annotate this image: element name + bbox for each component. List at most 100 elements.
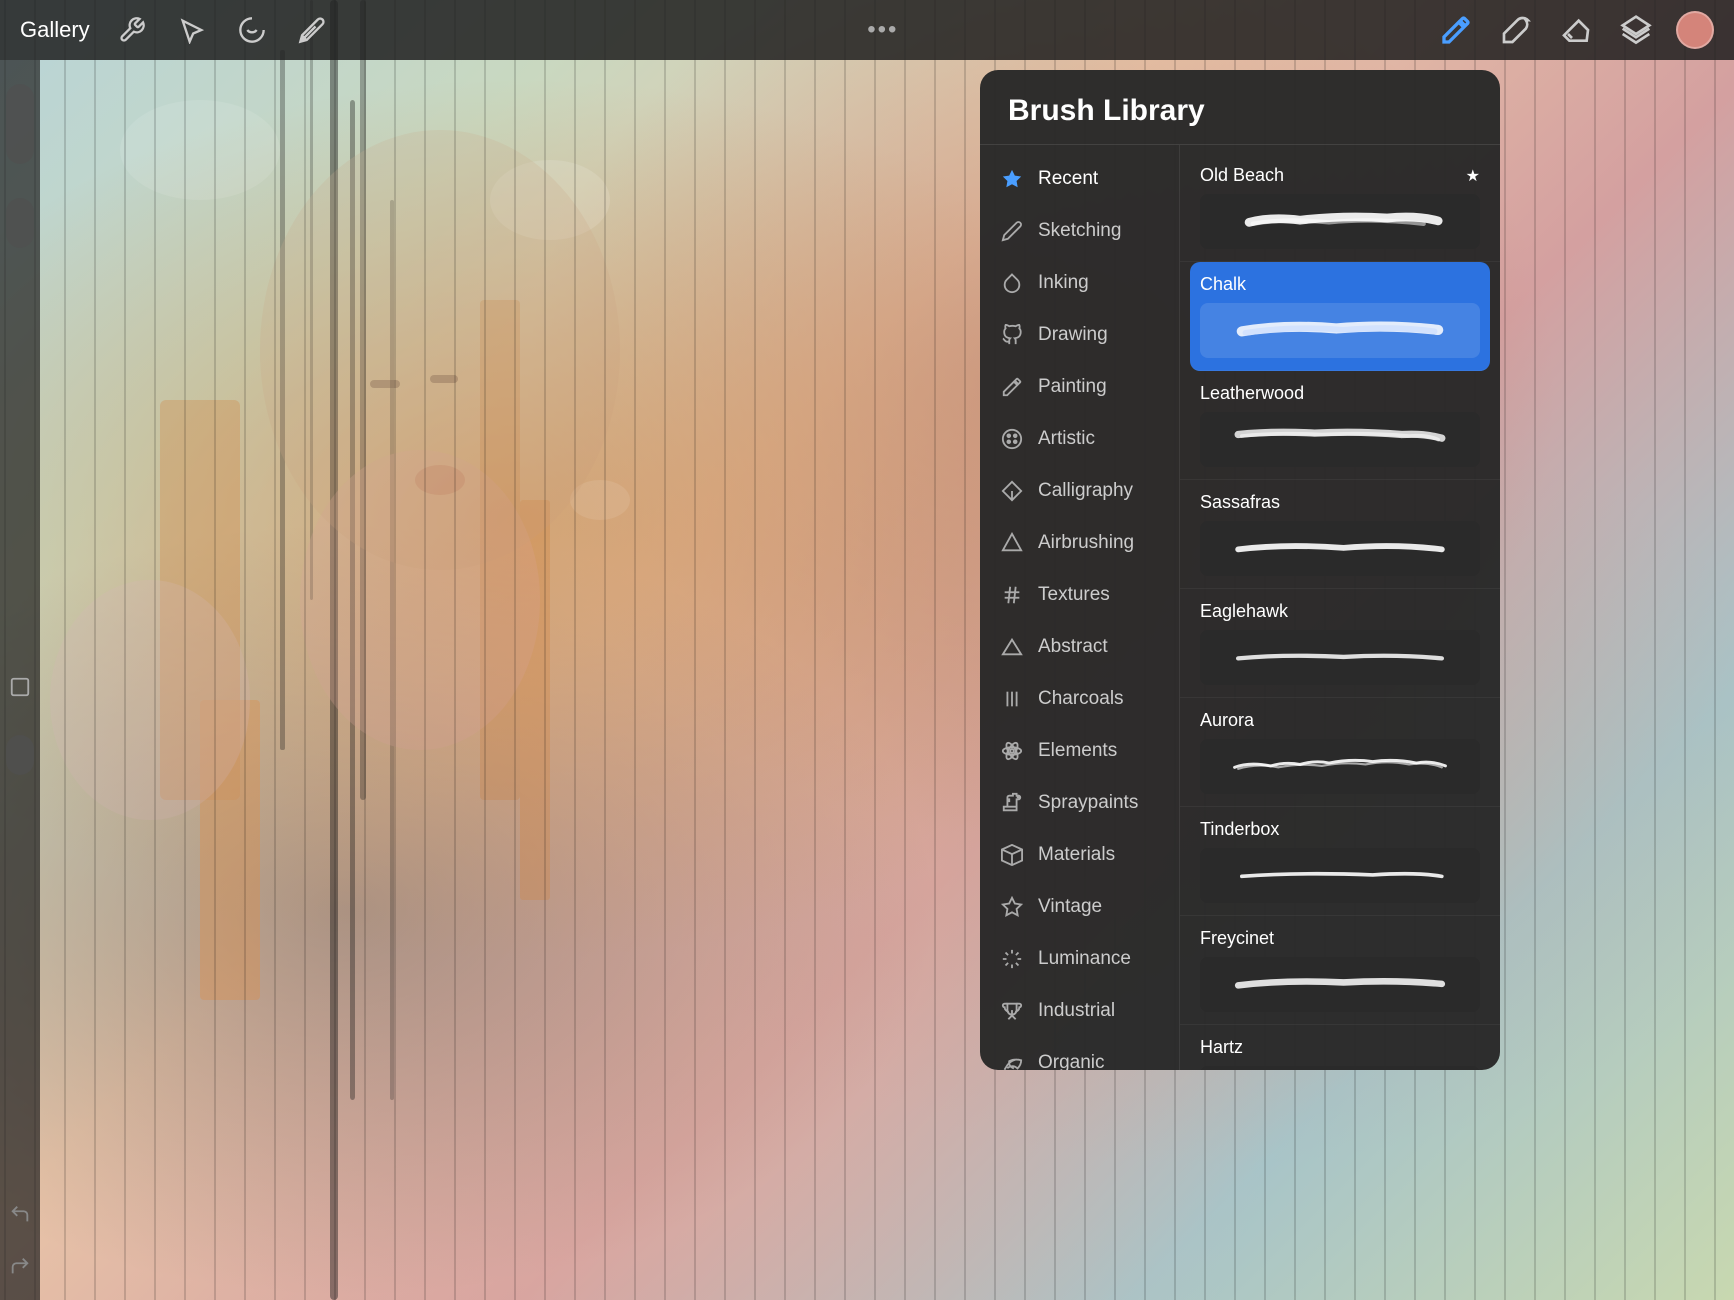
category-label-calligraphy: Calligraphy <box>1038 480 1133 502</box>
category-abstract[interactable]: Abstract <box>980 621 1179 673</box>
brush-name-tinderbox: Tinderbox <box>1200 819 1279 840</box>
category-label-painting: Painting <box>1038 376 1107 398</box>
category-label-drawing: Drawing <box>1038 324 1108 346</box>
opacity-slider[interactable] <box>6 84 34 164</box>
charcoals-icon <box>1000 687 1024 711</box>
category-drawing[interactable]: Drawing <box>980 309 1179 361</box>
undo-button[interactable] <box>6 1200 34 1228</box>
brush-list: Old Beach ★ Chalk <box>1180 145 1500 1070</box>
brush-old-beach[interactable]: Old Beach ★ <box>1180 153 1500 262</box>
brush-preview-old-beach <box>1200 194 1480 249</box>
brush-header-chalk: Chalk <box>1200 274 1480 295</box>
brush-header-eaglehawk: Eaglehawk <box>1200 601 1480 622</box>
brush-preview-eaglehawk <box>1200 630 1480 685</box>
size-slider[interactable] <box>6 198 34 248</box>
materials-icon <box>1000 843 1024 867</box>
category-painting[interactable]: Painting <box>980 361 1179 413</box>
brush-header-aurora: Aurora <box>1200 710 1480 731</box>
airbrushing-icon <box>1000 531 1024 555</box>
textures-icon <box>1000 583 1024 607</box>
brush-library-title: Brush Library <box>980 70 1500 145</box>
brush-header-tinderbox: Tinderbox <box>1200 819 1480 840</box>
third-slider[interactable] <box>6 735 34 775</box>
category-label-abstract: Abstract <box>1038 636 1108 658</box>
brush-header-leatherwood: Leatherwood <box>1200 383 1480 404</box>
category-industrial[interactable]: Industrial <box>980 985 1179 1037</box>
category-label-elements: Elements <box>1038 740 1117 762</box>
brush-name-sassafras: Sassafras <box>1200 492 1280 513</box>
category-elements[interactable]: Elements <box>980 725 1179 777</box>
category-label-sketching: Sketching <box>1038 220 1121 242</box>
category-vintage[interactable]: Vintage <box>980 881 1179 933</box>
cursor-tool[interactable] <box>174 12 210 48</box>
selection-tool[interactable] <box>294 12 330 48</box>
brush-leatherwood[interactable]: Leatherwood <box>1180 371 1500 480</box>
brush-preview-leatherwood <box>1200 412 1480 467</box>
brush-tool-active[interactable] <box>1436 10 1476 50</box>
category-luminance[interactable]: Luminance <box>980 933 1179 985</box>
brush-preview-sassafras <box>1200 521 1480 576</box>
category-spraypaints[interactable]: Spraypaints <box>980 777 1179 829</box>
left-sidebar <box>0 60 40 1300</box>
category-artistic[interactable]: Artistic <box>980 413 1179 465</box>
brush-library-body: Recent Sketching Inking Drawing Painting… <box>980 145 1500 1070</box>
inking-icon <box>1000 271 1024 295</box>
brush-aurora[interactable]: Aurora <box>1180 698 1500 807</box>
category-organic[interactable]: Organic <box>980 1037 1179 1070</box>
brush-tinderbox[interactable]: Tinderbox <box>1180 807 1500 916</box>
category-sketching[interactable]: Sketching <box>980 205 1179 257</box>
square-icon[interactable] <box>6 673 34 701</box>
artistic-icon <box>1000 427 1024 451</box>
elements-icon <box>1000 739 1024 763</box>
category-label-luminance: Luminance <box>1038 948 1131 970</box>
drawing-icon <box>1000 323 1024 347</box>
brush-freycinet[interactable]: Freycinet <box>1180 916 1500 1025</box>
category-label-airbrushing: Airbrushing <box>1038 532 1134 554</box>
category-materials[interactable]: Materials <box>980 829 1179 881</box>
category-label-textures: Textures <box>1038 584 1110 606</box>
brush-name-hartz: Hartz <box>1200 1037 1243 1058</box>
brush-fav-old-beach[interactable]: ★ <box>1466 166 1480 186</box>
brush-preview-chalk <box>1200 303 1480 358</box>
brush-eaglehawk[interactable]: Eaglehawk <box>1180 589 1500 698</box>
brush-preview-aurora <box>1200 739 1480 794</box>
category-calligraphy[interactable]: Calligraphy <box>980 465 1179 517</box>
color-picker[interactable] <box>1676 11 1714 49</box>
category-label-charcoals: Charcoals <box>1038 688 1124 710</box>
organic-icon <box>1000 1051 1024 1070</box>
category-charcoals[interactable]: Charcoals <box>980 673 1179 725</box>
brush-library-panel: Brush Library Recent Sketching Inking Dr… <box>980 70 1500 1070</box>
category-label-materials: Materials <box>1038 844 1115 866</box>
smudge-tool[interactable] <box>234 12 270 48</box>
layers-tool[interactable] <box>1616 10 1656 50</box>
toolbar-left: Gallery <box>20 12 330 48</box>
top-toolbar: Gallery ••• <box>0 0 1734 60</box>
calligraphy-icon <box>1000 479 1024 503</box>
brush-name-leatherwood: Leatherwood <box>1200 383 1304 404</box>
brush-header-hartz: Hartz <box>1200 1037 1480 1058</box>
sketching-icon <box>1000 219 1024 243</box>
redo-button[interactable] <box>6 1252 34 1280</box>
brush-hartz[interactable]: Hartz <box>1180 1025 1500 1070</box>
brush-chalk[interactable]: Chalk <box>1190 262 1490 371</box>
brush-name-aurora: Aurora <box>1200 710 1254 731</box>
toolbar-right <box>1436 10 1714 50</box>
industrial-icon <box>1000 999 1024 1023</box>
more-dots[interactable]: ••• <box>867 16 898 44</box>
category-inking[interactable]: Inking <box>980 257 1179 309</box>
category-label-vintage: Vintage <box>1038 896 1102 918</box>
brush-header-freycinet: Freycinet <box>1200 928 1480 949</box>
wrench-tool[interactable] <box>114 12 150 48</box>
category-airbrushing[interactable]: Airbrushing <box>980 517 1179 569</box>
gallery-button[interactable]: Gallery <box>20 17 90 43</box>
eraser-tool[interactable] <box>1556 10 1596 50</box>
category-list: Recent Sketching Inking Drawing Painting… <box>980 145 1180 1070</box>
toolbar-center: ••• <box>867 16 898 44</box>
smudge-tool-right[interactable] <box>1496 10 1536 50</box>
brush-sassafras[interactable]: Sassafras <box>1180 480 1500 589</box>
category-textures[interactable]: Textures <box>980 569 1179 621</box>
category-recent[interactable]: Recent <box>980 153 1179 205</box>
brush-header-sassafras: Sassafras <box>1200 492 1480 513</box>
category-label-artistic: Artistic <box>1038 428 1095 450</box>
brush-name-chalk: Chalk <box>1200 274 1246 295</box>
